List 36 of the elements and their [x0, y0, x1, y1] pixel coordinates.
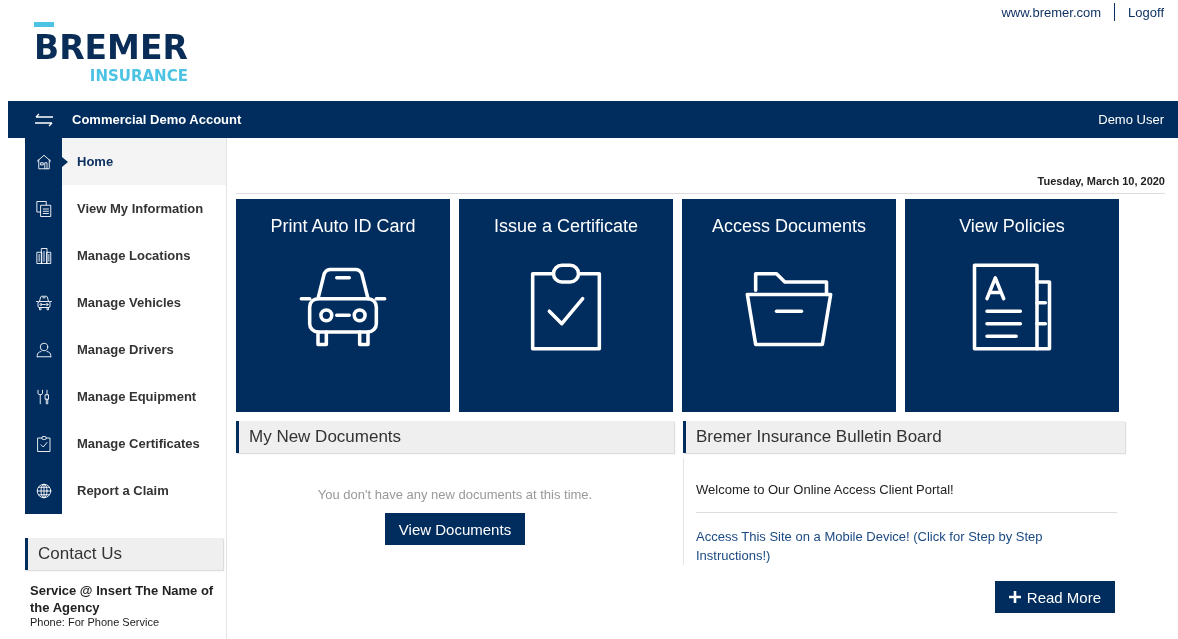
agency-name: Service @ Insert The Name of the Agency — [30, 582, 215, 616]
sidebar-item[interactable]: Manage Certificates — [25, 420, 226, 467]
view-documents-button[interactable]: View Documents — [384, 513, 526, 545]
phone-text: Phone: For Phone Service — [30, 616, 161, 628]
sidebar-item[interactable]: Manage Vehicles — [25, 279, 226, 326]
bulletin-text: Welcome to Our Online Access Client Portal! — [696, 458, 1117, 513]
bulletin-link[interactable]: Access This Site on a Mobile Device! (Click for Step by Step Instructions!) — [696, 513, 1117, 565]
logoff-link[interactable]: Logoff — [1128, 4, 1164, 20]
clipboard-check-icon — [34, 434, 53, 453]
action-tile[interactable]: View Policies — [905, 199, 1119, 412]
panel-heading: Bremer Insurance Bulletin Board — [683, 421, 1125, 453]
contact-heading: Contact Us — [25, 538, 223, 570]
person-icon — [34, 340, 53, 359]
action-tile[interactable]: Print Auto ID Card — [236, 199, 450, 412]
home-icon — [34, 152, 53, 171]
plus-icon — [1008, 591, 1021, 603]
sidebar-item[interactable]: Manage Equipment — [25, 373, 226, 420]
documents-icon — [34, 199, 53, 218]
current-date: Tuesday, March 10, 2020 — [236, 138, 1165, 194]
panel-heading: My New Documents — [236, 421, 674, 453]
read-more-button[interactable]: Read More — [994, 581, 1115, 613]
action-tile[interactable]: Issue a Certificate — [459, 199, 673, 412]
account-name: Commercial Demo Account — [72, 112, 242, 127]
sidebar-item[interactable]: Report a Claim — [25, 467, 226, 514]
empty-message: You don't have any new documents at this time. — [316, 487, 594, 502]
user-name: Demo User — [1098, 112, 1164, 127]
switch-account-icon[interactable] — [34, 112, 54, 127]
company-logo: BREMER INSURANCE — [34, 22, 188, 86]
globe-icon — [34, 481, 53, 500]
sidebar-item[interactable]: Manage Locations — [25, 232, 226, 279]
action-tile[interactable]: Access Documents — [682, 199, 896, 412]
sidebar-item[interactable]: Manage Drivers — [25, 326, 226, 373]
sidebar-item[interactable]: View My Information — [25, 185, 226, 232]
website-link[interactable]: www.bremer.com — [1001, 4, 1102, 20]
buildings-icon — [34, 246, 53, 265]
car-icon — [34, 293, 53, 312]
